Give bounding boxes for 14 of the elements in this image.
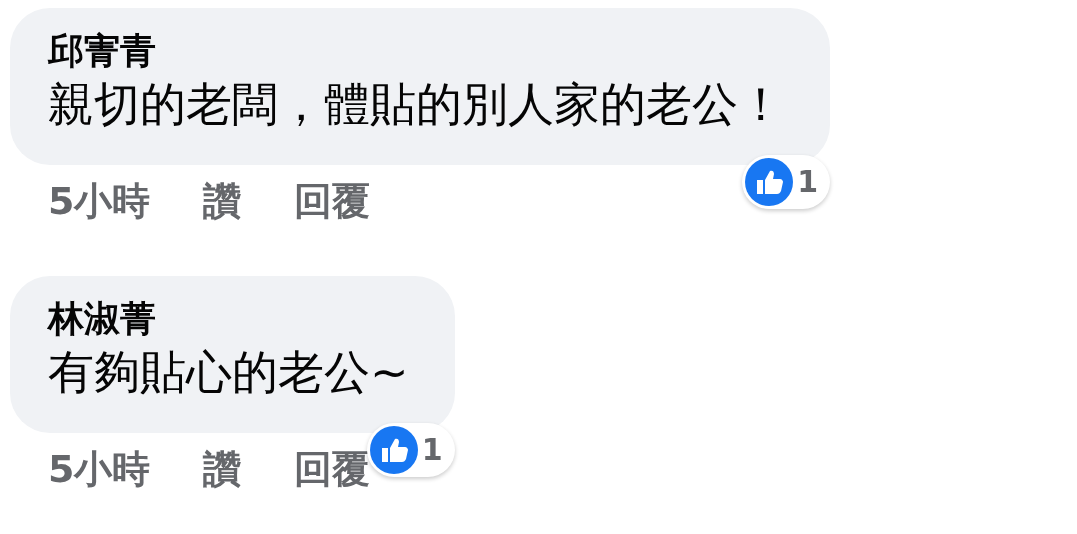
like-link[interactable]: 讚 [203, 443, 242, 497]
comment-author: 邱寈青 [48, 29, 157, 73]
thumbs-up-icon [745, 158, 794, 207]
comment-text: 親切的老闆，體貼的別人家的老公！ [48, 76, 784, 133]
comment-time: 5小時 [48, 446, 151, 494]
comment-time: 5小時 [48, 178, 151, 226]
like-link[interactable]: 讚 [203, 175, 242, 229]
comment-author: 林淑菁 [48, 297, 157, 342]
reply-link[interactable]: 回覆 [294, 175, 371, 229]
reaction-count: 1 [797, 167, 818, 198]
thumbs-up-icon [369, 426, 418, 475]
comment-text: 有夠貼心的老公~ [48, 344, 409, 402]
reaction-count: 1 [421, 435, 443, 466]
reaction-badge[interactable]: 1 [742, 155, 830, 210]
